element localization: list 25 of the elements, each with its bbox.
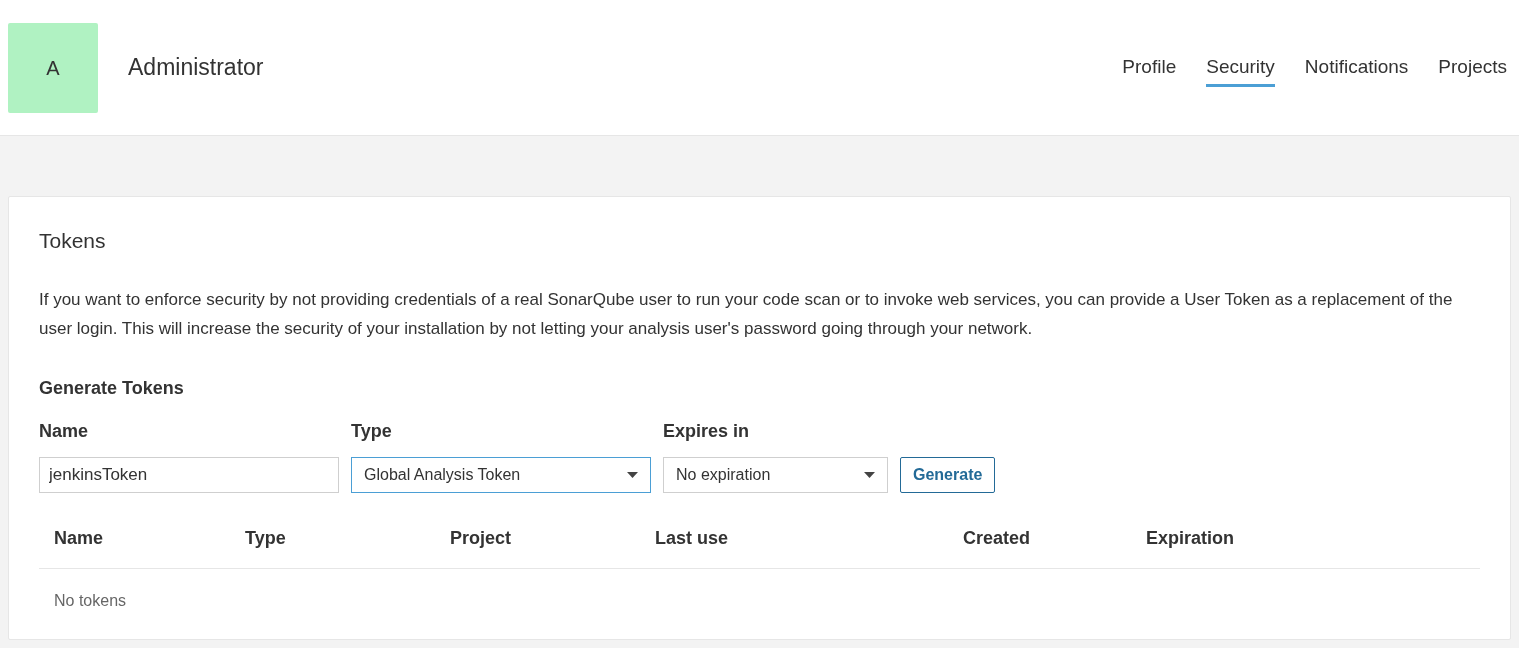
generate-button[interactable]: Generate <box>900 456 996 493</box>
caret-icon <box>864 471 875 478</box>
field-label: Expires in <box>663 419 750 443</box>
nav-tab[interactable]: Notifications <box>1304 53 1409 87</box>
column-header: Expiration <box>1146 526 1234 550</box>
field-label: Type <box>351 419 392 443</box>
name-input[interactable]: jenkinsToken <box>39 456 339 493</box>
column-header: Type <box>245 526 286 550</box>
column-header: Name <box>54 526 104 550</box>
caret-icon <box>627 471 638 478</box>
column-header: Last use <box>655 526 729 550</box>
user-name: Administrator <box>128 53 264 83</box>
nav-tab[interactable]: Projects <box>1438 53 1507 87</box>
generate-tokens-heading: Generate Tokens <box>39 376 185 400</box>
user-avatar: A <box>8 22 98 113</box>
column-header: Project <box>450 526 512 550</box>
field-label: Name <box>39 419 89 443</box>
column-header: Created <box>963 526 1031 550</box>
nav-tab[interactable]: Security <box>1206 53 1275 87</box>
dropdown[interactable]: No expiration <box>663 456 888 493</box>
dropdown[interactable]: Global Analysis Token <box>351 456 651 493</box>
section-title: Tokens <box>39 228 107 254</box>
description-text: If you want to enforce security by not providing credentials of a real SonarQube user to run your code scan or to invoke web services, you can provide a User Token as a replacement of the user login. This will increase the security of your installation by not letting your analysis user's password going through your network. <box>39 288 1454 340</box>
empty-message: No tokens <box>54 590 127 611</box>
nav-tab[interactable]: Profile <box>1122 53 1177 87</box>
